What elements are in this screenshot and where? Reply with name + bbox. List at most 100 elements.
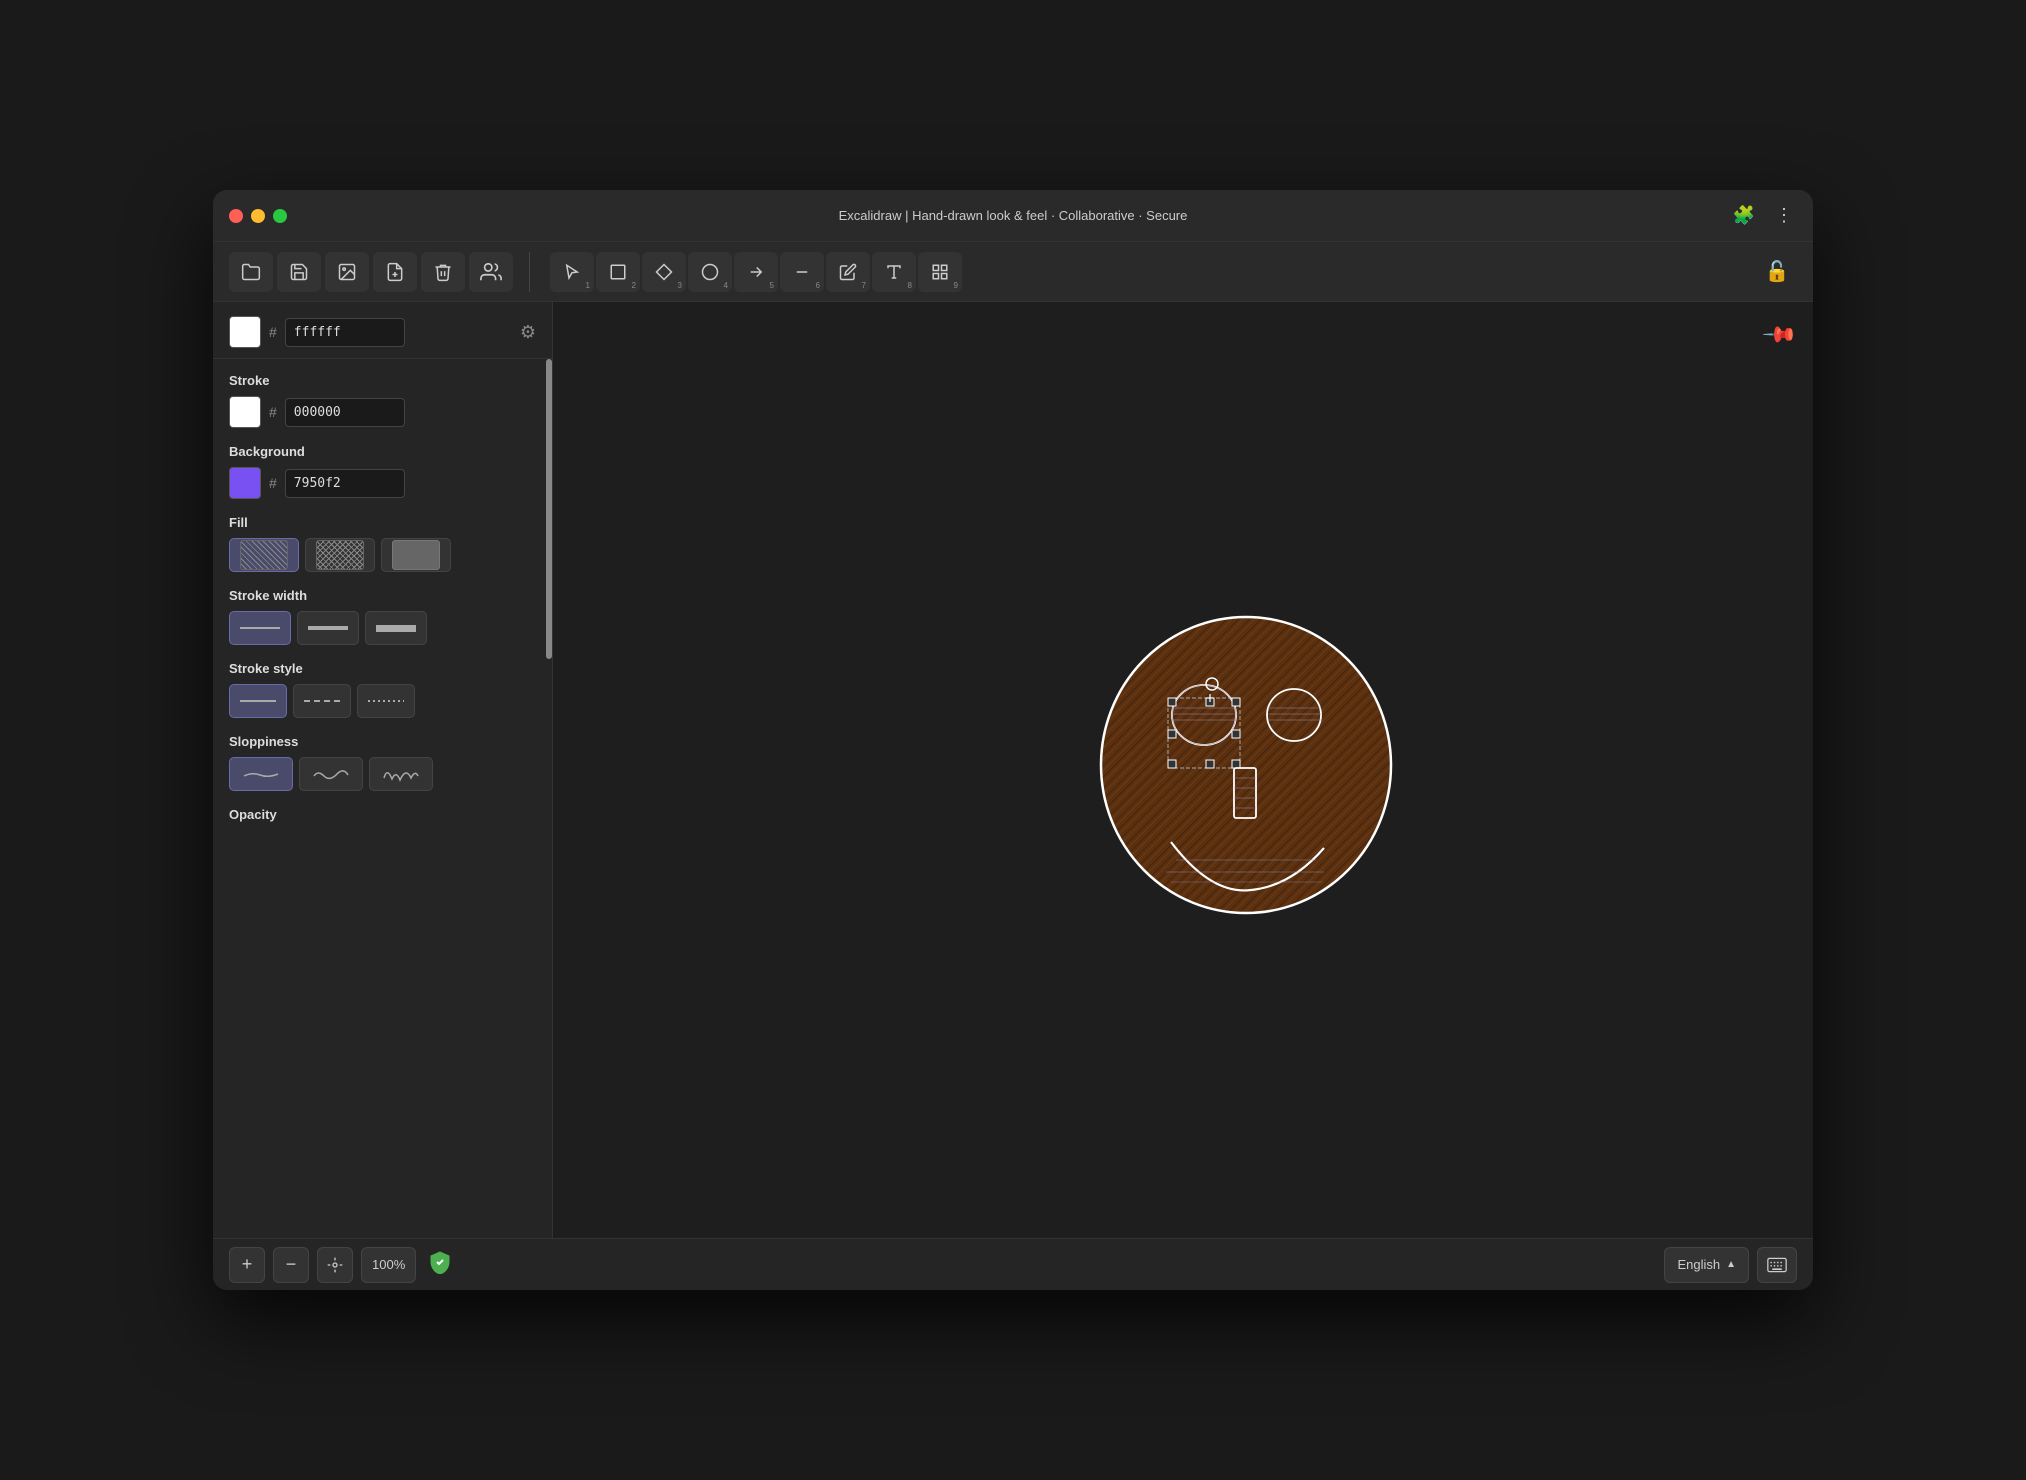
stroke-thin-icon	[240, 627, 280, 629]
fit-view-button[interactable]	[317, 1247, 353, 1283]
main-content: # ffffff ⚙ Stroke # 000000	[213, 302, 1813, 1238]
opacity-section: Opacity	[229, 807, 536, 822]
language-selector[interactable]: English ▲	[1664, 1247, 1749, 1283]
fill-options	[229, 538, 536, 572]
fill-hatch-icon	[240, 540, 288, 570]
stroke-medium-button[interactable]	[297, 611, 359, 645]
hash-sign: #	[269, 324, 277, 340]
arrow-tool[interactable]: 5	[734, 252, 778, 292]
slop-low-icon	[240, 762, 282, 786]
titlebar: Excalidraw | Hand-drawn look & feel · Co…	[213, 190, 1813, 242]
fill-label: Fill	[229, 515, 536, 530]
app-window: Excalidraw | Hand-drawn look & feel · Co…	[213, 190, 1813, 1290]
stroke-thin-button[interactable]	[229, 611, 291, 645]
sloppiness-high-button[interactable]	[369, 757, 433, 791]
canvas-bg-row: # ffffff ⚙	[229, 316, 536, 348]
canvas-drawing	[1076, 600, 1416, 940]
select-tool[interactable]: 1	[550, 252, 594, 292]
export-file-button[interactable]	[373, 252, 417, 292]
stroke-thick-button[interactable]	[365, 611, 427, 645]
text-tool[interactable]: 8	[872, 252, 916, 292]
left-panel: # ffffff ⚙ Stroke # 000000	[213, 302, 553, 1238]
pin-icon: 📌	[1760, 316, 1798, 354]
lock-button[interactable]: 🔓	[1757, 254, 1797, 290]
sloppiness-options	[229, 757, 536, 791]
background-color-row: # 7950f2	[229, 467, 536, 499]
chevron-up-icon: ▲	[1726, 1259, 1736, 1270]
keyboard-button[interactable]	[1757, 1247, 1797, 1283]
fill-crosshatch-icon	[316, 540, 364, 570]
stroke-style-options	[229, 684, 536, 718]
zoom-in-button[interactable]: +	[229, 1247, 265, 1283]
sloppiness-label: Sloppiness	[229, 734, 536, 749]
language-label: English	[1677, 1257, 1720, 1272]
delete-button[interactable]	[421, 252, 465, 292]
panel-wrapper: Stroke # 000000 Background #	[213, 359, 552, 1238]
background-label: Background	[229, 444, 536, 459]
slop-high-icon	[380, 762, 422, 786]
fill-crosshatch-button[interactable]	[305, 538, 375, 572]
stroke-dotted-icon	[368, 700, 404, 702]
image-tool[interactable]: 9	[918, 252, 962, 292]
background-section: Background # 7950f2	[229, 444, 536, 499]
pencil-tool[interactable]: 7	[826, 252, 870, 292]
canvas-bg-section: # ffffff ⚙	[213, 302, 552, 359]
export-image-button[interactable]	[325, 252, 369, 292]
stroke-width-section: Stroke width	[229, 588, 536, 645]
fullscreen-button[interactable]	[273, 209, 287, 223]
toolbar-center: 1 2 3 4	[534, 252, 1753, 292]
canvas-bg-swatch[interactable]	[229, 316, 261, 348]
settings-gear-button[interactable]: ⚙	[520, 322, 536, 343]
zoom-percent[interactable]: 100%	[361, 1247, 416, 1283]
stroke-medium-icon	[308, 626, 348, 630]
line-tool[interactable]: 6	[780, 252, 824, 292]
stroke-width-options	[229, 611, 536, 645]
canvas-area[interactable]: 📌	[553, 302, 1813, 1238]
bottom-bar: + − 100% English ▲	[213, 1238, 1813, 1290]
zoom-out-button[interactable]: −	[273, 1247, 309, 1283]
titlebar-actions: 🧩 ⋮	[1729, 201, 1797, 230]
fill-hatch-button[interactable]	[229, 538, 299, 572]
background-swatch[interactable]	[229, 467, 261, 499]
toolbar: 1 2 3 4	[213, 242, 1813, 302]
more-menu-button[interactable]: ⋮	[1771, 201, 1797, 230]
background-input[interactable]: 7950f2	[285, 469, 405, 498]
fill-section: Fill	[229, 515, 536, 572]
stroke-solid-button[interactable]	[229, 684, 287, 718]
diamond-tool[interactable]: 3	[642, 252, 686, 292]
close-button[interactable]	[229, 209, 243, 223]
canvas-bg-input[interactable]: ffffff	[285, 318, 405, 347]
ellipse-tool[interactable]: 4	[688, 252, 732, 292]
stroke-thick-icon	[376, 625, 416, 632]
save-button[interactable]	[277, 252, 321, 292]
traffic-lights	[229, 209, 287, 223]
bottom-right: English ▲	[1664, 1247, 1797, 1283]
stroke-dotted-button[interactable]	[357, 684, 415, 718]
stroke-width-label: Stroke width	[229, 588, 536, 603]
stroke-style-label: Stroke style	[229, 661, 536, 676]
stroke-dashed-button[interactable]	[293, 684, 351, 718]
sloppiness-low-button[interactable]	[229, 757, 293, 791]
toolbar-right: 🔓	[1757, 254, 1797, 290]
stroke-label: Stroke	[229, 373, 536, 388]
window-title: Excalidraw | Hand-drawn look & feel · Co…	[839, 208, 1188, 223]
puzzle-icon[interactable]: 🧩	[1729, 201, 1759, 230]
stroke-swatch[interactable]	[229, 396, 261, 428]
scrollbar-thumb[interactable]	[546, 359, 552, 659]
sloppiness-medium-button[interactable]	[299, 757, 363, 791]
stroke-style-section: Stroke style	[229, 661, 536, 718]
opacity-label: Opacity	[229, 807, 536, 822]
scrollbar-track	[546, 359, 552, 1238]
minimize-button[interactable]	[251, 209, 265, 223]
toolbar-left	[229, 252, 530, 292]
stroke-solid-icon	[240, 700, 276, 702]
collaborate-button[interactable]	[469, 252, 513, 292]
open-button[interactable]	[229, 252, 273, 292]
panel-scroll[interactable]: Stroke # 000000 Background #	[213, 359, 552, 1238]
rectangle-tool[interactable]: 2	[596, 252, 640, 292]
stroke-dashed-icon	[304, 700, 340, 702]
stroke-section: Stroke # 000000	[229, 373, 536, 428]
slop-medium-icon	[310, 762, 352, 786]
fill-solid-button[interactable]	[381, 538, 451, 572]
stroke-input[interactable]: 000000	[285, 398, 405, 427]
